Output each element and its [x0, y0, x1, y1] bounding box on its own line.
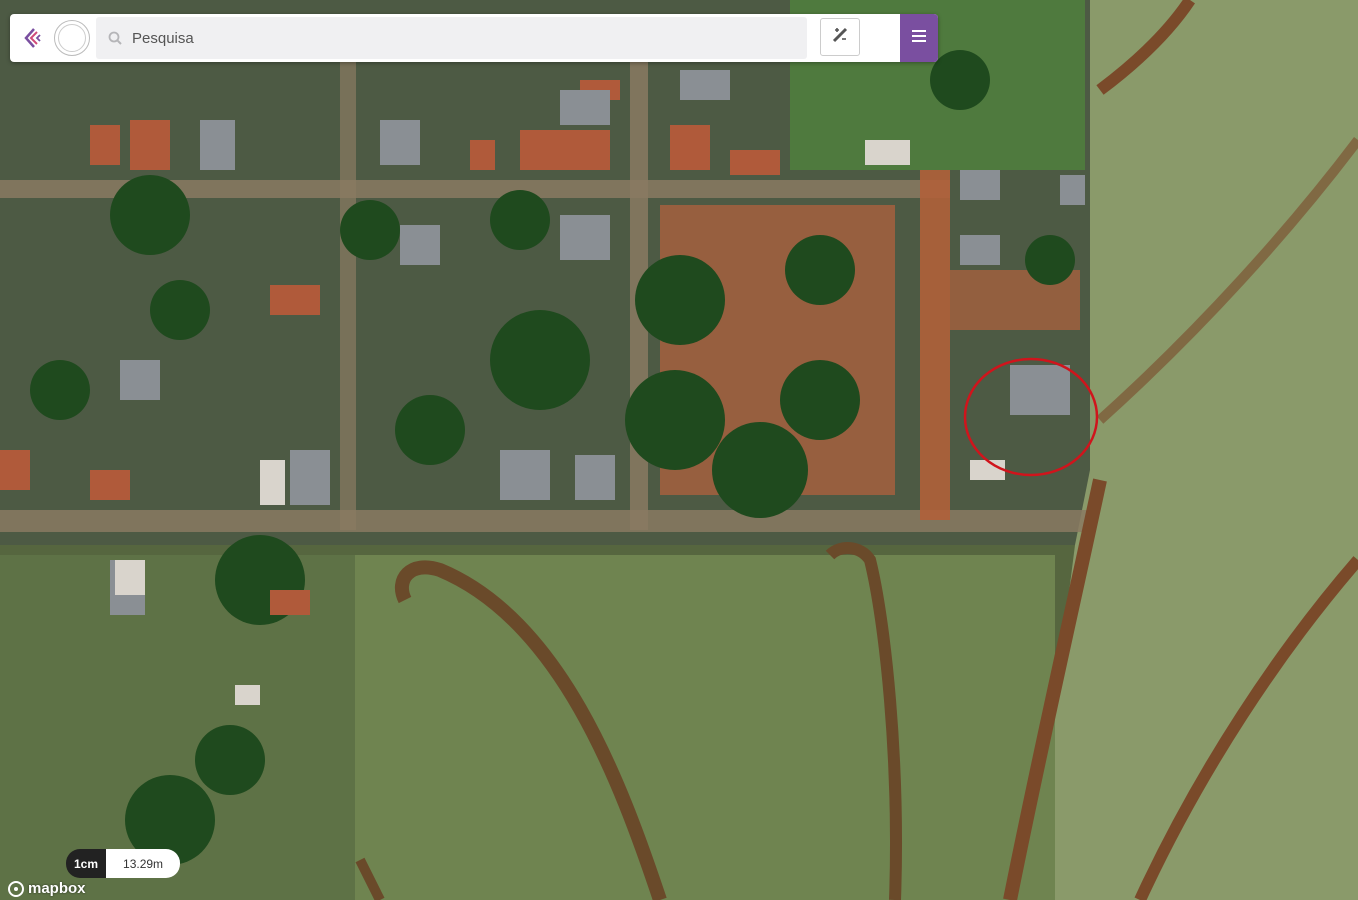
mapbox-logo-icon	[8, 880, 24, 897]
measure-tool-icon	[831, 26, 849, 49]
measure-tool-button[interactable]	[820, 18, 860, 56]
map-scale: 1cm 13.29m	[66, 849, 181, 878]
search-box	[96, 17, 807, 59]
menu-button[interactable]	[900, 14, 938, 62]
top-toolbar	[10, 14, 938, 62]
hamburger-menu-icon	[912, 29, 926, 47]
scale-value-label: 13.29m	[106, 849, 181, 878]
search-input[interactable]	[130, 28, 794, 48]
satellite-map[interactable]	[0, 0, 1358, 900]
mapbox-attribution[interactable]: mapbox	[8, 880, 86, 897]
municipal-seal-icon	[54, 20, 90, 56]
brand-logo-icon[interactable]	[20, 24, 48, 52]
scale-unit-label: 1cm	[66, 849, 107, 878]
search-icon	[106, 29, 124, 47]
attribution-text: mapbox	[28, 880, 86, 897]
